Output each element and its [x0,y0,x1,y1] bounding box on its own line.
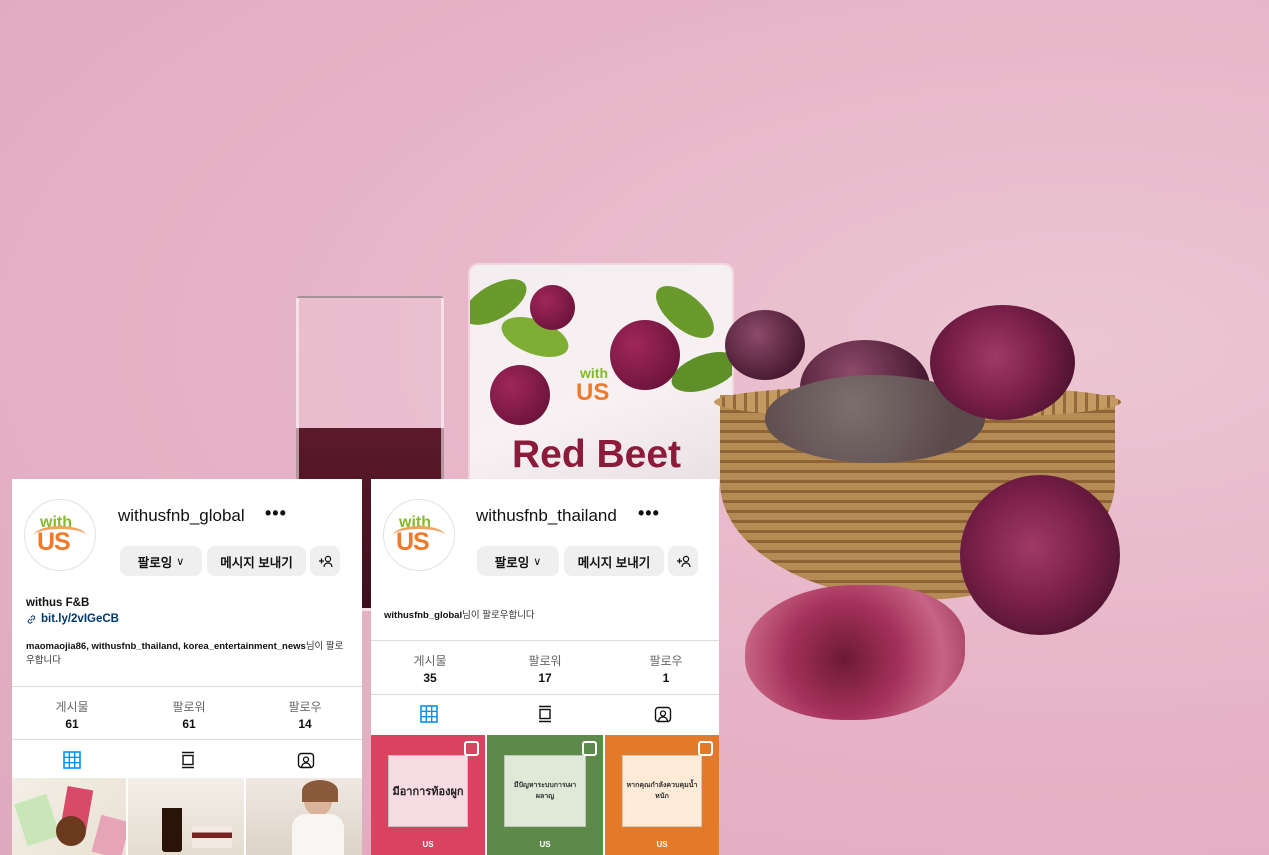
profile-username[interactable]: withusfnb_global [118,506,245,526]
stat-followers[interactable]: 팔로워 61 [149,698,229,731]
divider [12,739,362,740]
more-options-icon[interactable]: ••• [638,503,660,524]
more-options-icon[interactable]: ••• [265,503,287,524]
beet-peel [745,585,965,720]
pouch-title: Red Beet [512,433,682,476]
stat-following[interactable]: 팔로우 1 [626,652,706,685]
divider [371,640,719,641]
link-icon [27,614,36,624]
post-thumbnail[interactable] [12,778,126,855]
beet-cut [930,305,1075,420]
suggest-users-button[interactable] [668,546,698,576]
chevron-down-icon: ∨ [533,555,542,568]
stat-following[interactable]: 팔로우 14 [265,698,345,731]
grid-tab-icon[interactable] [63,751,81,769]
bio-link[interactable]: bit.ly/2vIGeCB [41,613,119,625]
post-thumbnail[interactable]: มีอาการท้องผูก US [371,735,485,855]
stat-posts: 게시물 35 [413,654,447,685]
tagged-tab-icon[interactable] [297,751,315,769]
carousel-icon [464,741,479,756]
beet-cut [960,475,1120,635]
profile-card-thailand: with US withusfnb_thailand ••• 팔로잉 ∨ 메시지 … [371,479,719,855]
post-thumbnail[interactable]: มีปัญหาระบบการเผาผลาญ US [487,735,603,855]
bio-link-row[interactable]: bit.ly/2vIGeCB [26,613,119,625]
tagged-tab-icon[interactable] [654,705,672,723]
message-button[interactable]: 메시지 보내기 [207,546,306,576]
bio-name: withus F&B [26,597,90,609]
stat-followers[interactable]: 팔로워 17 [505,652,585,685]
profile-card-global: with US withusfnb_global ••• 팔로잉 ∨ 메시지 보내… [12,479,362,855]
post-thumbnail[interactable] [246,778,362,855]
divider [12,686,362,687]
stat-posts: 게시물 61 [55,700,89,731]
pouch-logo: with US [576,365,610,406]
profile-avatar[interactable]: with US [24,499,96,571]
carousel-icon [582,741,597,756]
reels-tab-icon[interactable] [179,751,197,769]
following-button[interactable]: 팔로잉 ∨ [120,546,202,576]
beet [725,310,805,380]
followed-by-text[interactable]: withusfnb_global님이 팔로우합니다 [384,609,709,623]
carousel-icon [698,741,713,756]
profile-username[interactable]: withusfnb_thailand [476,506,617,526]
followed-by-text[interactable]: maomaojia86, withusfnb_thailand, korea_e… [26,640,351,668]
juice-pouch: with US Red Beet [470,265,732,485]
add-user-icon [319,555,333,568]
add-user-icon [677,555,691,568]
following-button[interactable]: 팔로잉 ∨ [477,546,559,576]
post-thumbnail[interactable] [128,778,244,855]
profile-avatar[interactable]: with US [383,499,455,571]
divider [371,694,719,695]
suggest-users-button[interactable] [310,546,340,576]
post-thumbnail[interactable]: หากคุณกำลังควบคุมน้ำหนัก US [605,735,719,855]
message-button[interactable]: 메시지 보내기 [564,546,664,576]
grid-tab-icon[interactable] [420,705,438,723]
reels-tab-icon[interactable] [536,705,554,723]
chevron-down-icon: ∨ [176,555,185,568]
